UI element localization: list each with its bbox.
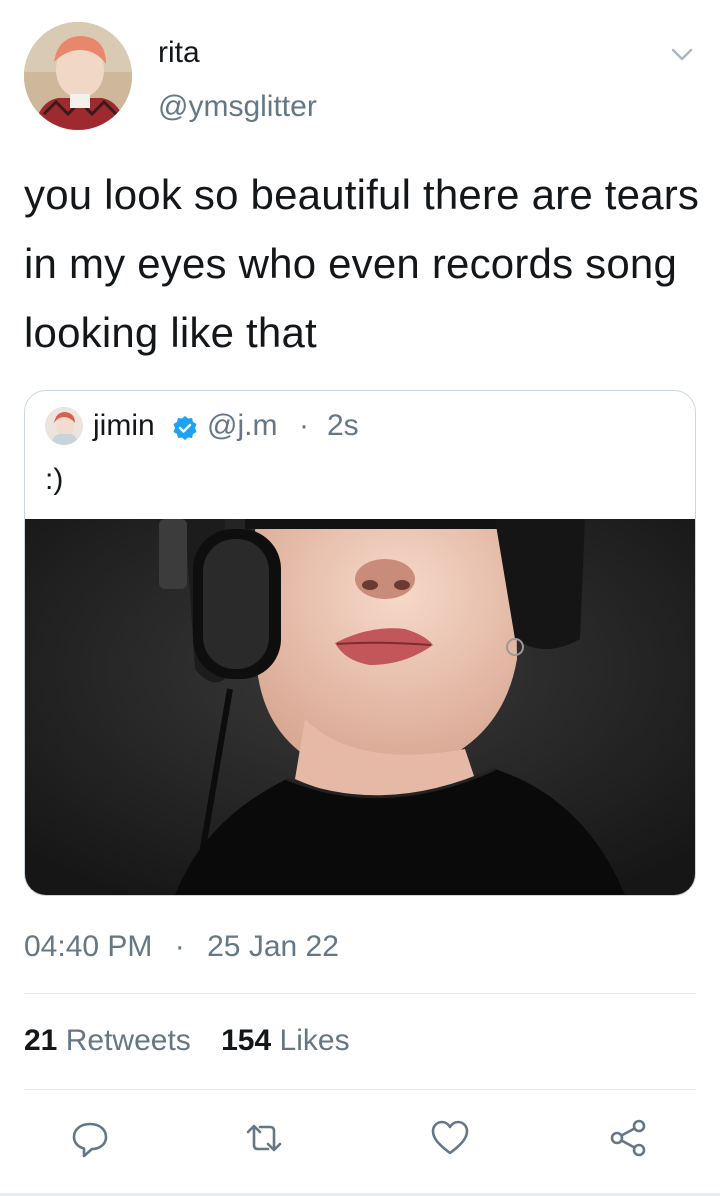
quoted-time[interactable]: 2s bbox=[327, 409, 359, 443]
tweet-text: you look so beautiful there are tears in… bbox=[24, 171, 700, 356]
chevron-down-icon[interactable] bbox=[664, 36, 700, 72]
separator-dot: · bbox=[174, 930, 185, 963]
retweets-count: 21 bbox=[24, 1024, 58, 1057]
retweets-label: Retweets bbox=[65, 1024, 191, 1057]
quoted-text: :) bbox=[45, 463, 64, 496]
verified-badge-icon bbox=[172, 415, 198, 441]
divider bbox=[24, 1089, 696, 1090]
retweet-icon[interactable] bbox=[244, 1118, 284, 1158]
likes-link[interactable]: 154 Likes bbox=[221, 1024, 349, 1057]
author-name[interactable]: rita bbox=[158, 36, 200, 70]
author-handle[interactable]: @ymsglitter bbox=[158, 90, 317, 124]
tweet-timestamp[interactable]: 04:40 PM · 25 Jan 22 bbox=[24, 930, 339, 964]
tweet-date: 25 Jan 22 bbox=[207, 930, 339, 963]
likes-label: Likes bbox=[279, 1024, 350, 1057]
divider bbox=[24, 993, 696, 994]
engagement-counts: 21 Retweets 154 Likes bbox=[24, 1024, 350, 1058]
quoted-tweet[interactable]: jimin @j.m · 2s :) bbox=[24, 390, 696, 896]
like-icon[interactable] bbox=[430, 1118, 470, 1158]
retweets-link[interactable]: 21 Retweets bbox=[24, 1024, 191, 1057]
quoted-photo[interactable] bbox=[25, 519, 695, 895]
quoted-author-handle[interactable]: @j.m bbox=[207, 409, 277, 443]
separator-dot: · bbox=[299, 409, 309, 442]
author-avatar[interactable] bbox=[24, 22, 132, 130]
share-icon[interactable] bbox=[608, 1118, 648, 1158]
likes-count: 154 bbox=[221, 1024, 272, 1057]
tweet-time: 04:40 PM bbox=[24, 930, 153, 963]
quoted-avatar[interactable] bbox=[45, 407, 83, 445]
quoted-author-name[interactable]: jimin bbox=[93, 409, 155, 443]
reply-icon[interactable] bbox=[70, 1118, 110, 1158]
